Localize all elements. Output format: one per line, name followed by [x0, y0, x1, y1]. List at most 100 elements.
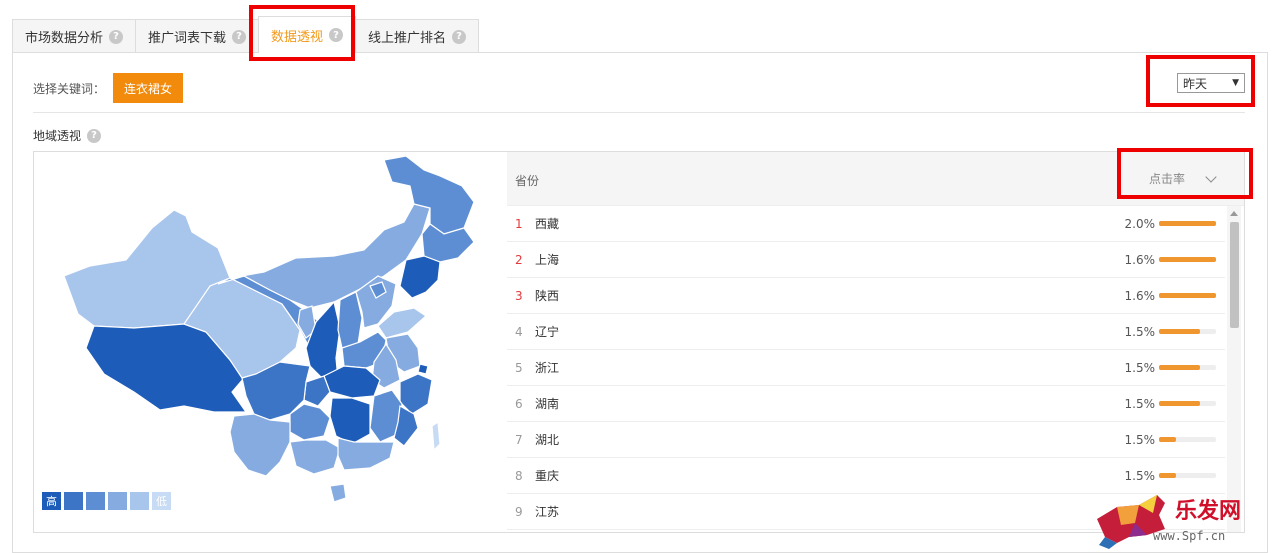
help-icon[interactable]: ? — [452, 29, 467, 44]
keyword-row: 选择关键词： 连衣裙女 — [33, 73, 184, 103]
row-bar — [1159, 401, 1216, 406]
section-title: 地域透视 ? — [33, 127, 102, 144]
row-value: 1.5% — [1124, 432, 1156, 447]
row-province: 湖北 — [535, 433, 560, 447]
row-province: 西藏 — [535, 217, 560, 231]
legend-swatch — [64, 492, 83, 510]
row-value: 1.6% — [1124, 288, 1156, 303]
divider — [33, 112, 1245, 113]
row-value: 1.5% — [1124, 360, 1156, 375]
row-bar-fill — [1159, 221, 1216, 226]
row-value: 1.5% — [1124, 468, 1156, 483]
row-bar-fill — [1159, 437, 1177, 442]
help-icon[interactable]: ? — [329, 28, 344, 42]
row-bar-fill — [1159, 473, 1177, 478]
map-region-chongqing[interactable] — [303, 375, 331, 407]
section-title-text: 地域透视 — [33, 129, 82, 143]
main-panel: 选择关键词： 连衣裙女 昨天 ▼ 地域透视 ? 高 低 省份 点击率 1 西藏 … — [12, 52, 1268, 553]
row-bar — [1159, 437, 1216, 442]
map-legend: 高 低 — [42, 492, 171, 510]
tab-online-ranking[interactable]: 线上推广排名 ? — [355, 19, 480, 53]
watermark-brand: 乐发网 — [1175, 498, 1242, 524]
legend-swatch — [108, 492, 127, 510]
row-bar — [1159, 473, 1216, 478]
row-rank: 1 — [515, 216, 523, 231]
row-province: 陕西 — [535, 289, 560, 303]
scroll-up-arrow-icon[interactable] — [1230, 211, 1238, 216]
map-region-heilongjiang[interactable] — [383, 155, 475, 235]
map-region-hainan[interactable] — [329, 483, 347, 503]
map-region-hunan[interactable] — [329, 397, 371, 445]
table-row: 2 上海 1.6% — [507, 242, 1225, 278]
legend-swatch — [86, 492, 105, 510]
row-rank: 2 — [515, 252, 523, 267]
row-bar — [1159, 293, 1216, 298]
row-bar — [1159, 365, 1216, 370]
map-region-shanghai[interactable] — [417, 363, 429, 375]
row-bar-fill — [1159, 365, 1201, 370]
row-rank: 9 — [515, 504, 523, 519]
map-region-zhejiang[interactable] — [399, 373, 433, 415]
row-value: 1.6% — [1124, 252, 1156, 267]
watermark-logo: 乐发网 www.Spf.cn — [1087, 489, 1272, 551]
map-region-taiwan[interactable] — [431, 420, 441, 452]
dropdown-arrow-icon: ▼ — [1232, 78, 1239, 88]
row-bar — [1159, 329, 1216, 334]
scrollbar[interactable] — [1227, 206, 1241, 532]
table-row: 1 西藏 2.0% — [507, 206, 1225, 242]
legend-high: 高 — [42, 492, 61, 510]
row-bar-fill — [1159, 293, 1216, 298]
row-province: 湖南 — [535, 397, 560, 411]
tab-label: 市场数据分析 — [25, 31, 104, 46]
row-province: 重庆 — [535, 469, 560, 483]
row-bar-fill — [1159, 257, 1216, 262]
map-region-guangdong[interactable] — [337, 437, 395, 471]
table-body: 1 西藏 2.0% 2 上海 1.6% 3 陕西 1.6% 4 辽宁 1.5% 5 浙江 1.5% 6 湖南 1.… — [507, 206, 1225, 530]
column-header-province: 省份 — [515, 174, 540, 188]
tab-data-pivot[interactable]: 数据透视 ? — [258, 16, 357, 53]
legend-low: 低 — [152, 492, 171, 510]
date-select[interactable]: 昨天 ▼ — [1177, 73, 1245, 93]
row-province: 浙江 — [535, 361, 560, 375]
tab-bar: 市场数据分析 ? 推广词表下载 ? 数据透视 ? 线上推广排名 ? — [12, 16, 480, 53]
tab-keyword-download[interactable]: 推广词表下载 ? — [135, 19, 260, 53]
map-region-yunnan[interactable] — [229, 413, 291, 477]
row-rank: 8 — [515, 468, 523, 483]
china-map: 高 低 — [33, 151, 508, 533]
tab-market-analysis[interactable]: 市场数据分析 ? — [12, 19, 137, 53]
keyword-label: 选择关键词： — [33, 81, 106, 96]
table-row: 4 辽宁 1.5% — [507, 314, 1225, 350]
row-rank: 7 — [515, 432, 523, 447]
row-bar-fill — [1159, 329, 1201, 334]
row-value: 1.5% — [1124, 396, 1156, 411]
tab-label: 推广词表下载 — [148, 31, 227, 46]
row-rank: 5 — [515, 360, 523, 375]
help-icon[interactable]: ? — [109, 29, 124, 44]
map-region-guangxi[interactable] — [289, 439, 341, 475]
tab-label: 数据透视 — [271, 29, 324, 45]
row-province: 江苏 — [535, 505, 560, 519]
row-value: 2.0% — [1124, 216, 1156, 231]
legend-swatch — [130, 492, 149, 510]
table-row: 6 湖南 1.5% — [507, 386, 1225, 422]
province-table: 省份 点击率 1 西藏 2.0% 2 上海 1.6% 3 陕西 1.6% 4 辽宁 1.5% 5 浙江 1.… — [507, 151, 1245, 533]
scroll-thumb[interactable] — [1230, 222, 1239, 328]
help-icon[interactable]: ? — [87, 128, 102, 143]
row-rank: 4 — [515, 324, 523, 339]
map-region-liaoning[interactable] — [399, 255, 441, 299]
tab-label: 线上推广排名 — [368, 31, 447, 46]
keyword-button[interactable]: 连衣裙女 — [113, 73, 184, 103]
row-bar — [1159, 257, 1216, 262]
table-header: 省份 点击率 — [507, 152, 1244, 206]
row-bar — [1159, 221, 1216, 226]
map-region-guizhou[interactable] — [289, 403, 331, 441]
date-select-value: 昨天 — [1183, 76, 1208, 91]
table-row: 5 浙江 1.5% — [507, 350, 1225, 386]
chevron-down-icon — [1205, 170, 1217, 183]
row-province: 辽宁 — [535, 325, 560, 339]
metric-select[interactable]: 点击率 — [1149, 170, 1217, 187]
metric-select-value: 点击率 — [1149, 172, 1186, 186]
row-rank: 6 — [515, 396, 523, 411]
row-bar-fill — [1159, 401, 1201, 406]
help-icon[interactable]: ? — [232, 29, 247, 44]
